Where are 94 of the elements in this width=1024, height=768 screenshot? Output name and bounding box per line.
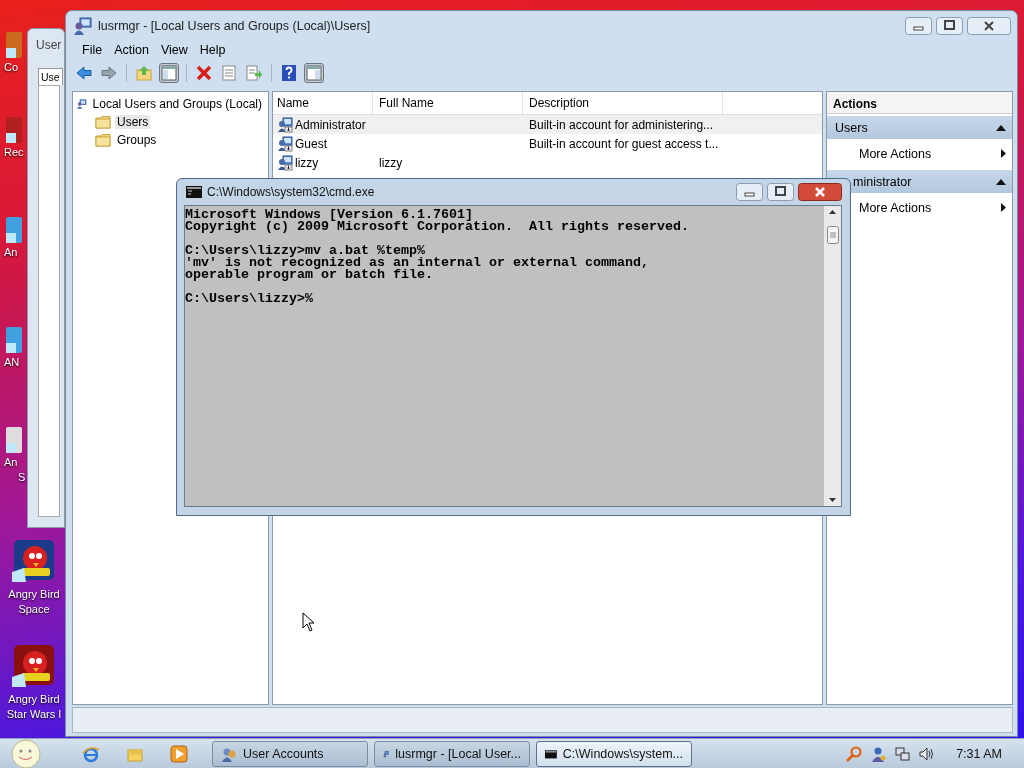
table-cell: Administrator (295, 117, 366, 132)
task-label: User Accounts (243, 746, 324, 761)
app-icon[interactable] (4, 425, 22, 455)
taskbar-button[interactable]: User Accounts (212, 740, 368, 767)
menu-item[interactable]: Help (193, 43, 232, 57)
folder-icon (95, 115, 111, 129)
computer-users-icon (77, 96, 87, 112)
console-line: Copyright (c) 2009 Microsoft Corporation. All rights reserved. (185, 221, 690, 233)
mouse-cursor-icon (302, 612, 315, 632)
icon-label: AN (4, 355, 20, 370)
maximize-button[interactable] (767, 183, 794, 201)
table-row[interactable]: lizzy lizzy (273, 153, 822, 172)
console-icon (186, 186, 202, 198)
window-title: C:\Windows\system32\cmd.exe (207, 185, 376, 199)
console-line: operable program or batch file. (185, 269, 434, 281)
game-icon[interactable] (12, 643, 56, 687)
icon-label: Rec (4, 145, 24, 160)
icon-label: Space (18, 602, 50, 617)
tree-item[interactable]: Groups (115, 133, 159, 147)
submenu-arrow-icon (1001, 203, 1006, 212)
back-arrow-icon[interactable] (74, 63, 94, 83)
tab[interactable]: Use (38, 68, 63, 85)
scrollbar[interactable] (824, 206, 841, 506)
app-icon[interactable] (4, 30, 22, 60)
window-title: User (35, 37, 63, 54)
action-pane-icon[interactable] (304, 63, 324, 83)
table-row[interactable]: Guest Built-in account for guest access t... (273, 134, 822, 153)
table-cell: lizzy (379, 155, 403, 170)
computer-users-icon (74, 17, 92, 35)
window-title: lusrmgr - [Local Users and Groups (Local)\Users] (98, 19, 372, 33)
app-icon[interactable] (4, 325, 22, 355)
scroll-up-icon[interactable] (829, 210, 836, 214)
user-icon[interactable] (870, 745, 887, 762)
icon-label: S (18, 470, 26, 485)
user-icon (277, 116, 293, 133)
scroll-thumb[interactable] (826, 226, 839, 244)
console-line: C:\Users\lizzy>% (185, 293, 314, 305)
menu-item[interactable]: Action (108, 43, 155, 57)
user-icon (277, 135, 293, 152)
menu-item[interactable]: File (76, 43, 109, 57)
icon-label: Co (4, 60, 19, 75)
app-icon[interactable] (4, 115, 22, 145)
user-icon (277, 154, 293, 171)
taskbar-button[interactable]: lusrmgr - [Local User... (374, 740, 530, 767)
action-section-header[interactable]: Users (827, 116, 1012, 139)
close-button[interactable] (967, 17, 1011, 35)
icon-label: Star Wars I (6, 707, 62, 722)
icon-label: Angry Bird (8, 692, 60, 707)
app-icon[interactable] (4, 215, 22, 245)
table-cell: Guest (295, 136, 327, 151)
clock[interactable]: 7:31 AM (956, 746, 1002, 761)
table-cell: Built-in account for administering... (529, 117, 714, 132)
section-title: ministrator (853, 174, 912, 189)
action-link[interactable]: More Actions (859, 146, 932, 161)
console-tree-icon[interactable] (159, 63, 179, 83)
media-player-icon[interactable] (170, 744, 188, 763)
column-header[interactable]: Name (273, 92, 373, 114)
taskbar-button[interactable]: C:\Windows\system... (536, 740, 692, 767)
magnifier-icon[interactable] (846, 745, 863, 762)
forward-arrow-icon[interactable] (99, 63, 119, 83)
console-line: Microsoft Windows [Version 6.1.7601] (185, 209, 473, 221)
console-line: C:\Users\lizzy>mv a.bat %temp% (185, 245, 425, 257)
network-icon[interactable] (894, 745, 911, 762)
section-title: Users (835, 120, 868, 135)
column-header[interactable]: Description (523, 92, 723, 114)
tree-item[interactable]: Users (115, 115, 151, 129)
table-cell: lizzy (295, 155, 319, 170)
icon-label: Angry Bird (8, 587, 60, 602)
speaker-icon[interactable] (918, 745, 935, 762)
tree-item[interactable]: Local Users and Groups (Local) (90, 97, 264, 111)
actions-header: Actions (827, 92, 1012, 114)
scroll-down-icon[interactable] (829, 498, 836, 502)
collapse-icon (996, 178, 1006, 185)
submenu-arrow-icon (1001, 149, 1006, 158)
collapse-icon (996, 124, 1006, 131)
task-label: lusrmgr - [Local User... (395, 746, 521, 761)
console-line: 'mv' is not recognized as an internal or external command, (185, 257, 650, 269)
game-icon[interactable] (12, 538, 56, 582)
help-icon[interactable] (279, 63, 299, 83)
delete-icon[interactable] (194, 63, 214, 83)
table-row[interactable]: Administrator Built-in account for administering... (273, 115, 822, 134)
folder-icon (95, 133, 111, 147)
icon-label: An (4, 245, 18, 260)
table-cell: Built-in account for guest access t... (529, 136, 719, 151)
export-list-icon[interactable] (244, 63, 264, 83)
browser-icon[interactable] (82, 744, 100, 763)
icon-label: An (4, 455, 18, 470)
column-header[interactable]: Full Name (373, 92, 523, 114)
task-label: C:\Windows\system... (562, 746, 683, 761)
action-section-header[interactable]: ministrator (827, 170, 1012, 193)
action-link[interactable]: More Actions (859, 200, 932, 215)
close-button[interactable] (798, 183, 842, 201)
maximize-button[interactable] (936, 17, 963, 35)
menu-item[interactable]: View (154, 43, 194, 57)
